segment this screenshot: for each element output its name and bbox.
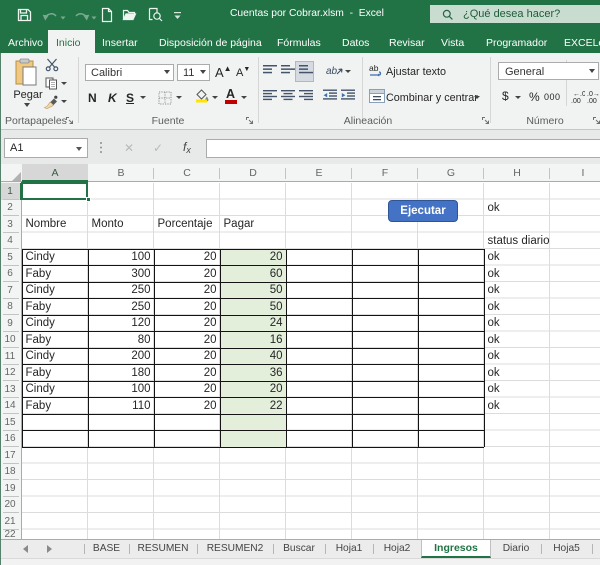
svg-text:←.0: ←.0 [573, 91, 585, 98]
svg-text:.0→: .0→ [587, 91, 600, 98]
svg-text:ab: ab [369, 63, 379, 73]
svg-text:ab: ab [326, 66, 338, 77]
svg-text:.00: .00 [571, 98, 581, 104]
svg-text:.00: .00 [587, 98, 597, 104]
